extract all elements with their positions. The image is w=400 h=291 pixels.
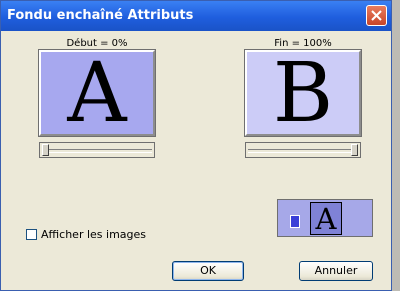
- end-slider[interactable]: [248, 144, 358, 156]
- start-preview: A: [38, 46, 156, 141]
- close-icon: [371, 10, 382, 21]
- show-images-label: Afficher les images: [41, 228, 147, 241]
- start-slider[interactable]: [42, 144, 152, 156]
- end-slider-thumb[interactable]: [351, 144, 358, 156]
- transition-preview: A: [277, 199, 373, 237]
- swap-icon[interactable]: [290, 215, 300, 228]
- start-slider-thumb[interactable]: [42, 144, 49, 156]
- window-title: Fondu enchaîné Attributs: [7, 8, 194, 23]
- start-slider-groove: [42, 149, 152, 153]
- cancel-button[interactable]: Annuler: [299, 261, 373, 281]
- end-letter: B: [272, 46, 334, 141]
- ok-button[interactable]: OK: [172, 261, 244, 281]
- close-button[interactable]: [366, 5, 387, 26]
- show-images-checkbox[interactable]: [26, 229, 37, 240]
- dialog-window: Fondu enchaîné Attributs Début = 0% A Fi…: [0, 0, 392, 291]
- end-slider-groove: [248, 149, 358, 153]
- start-letter: A: [67, 46, 127, 141]
- title-bar[interactable]: Fondu enchaîné Attributs: [1, 1, 391, 31]
- mini-preview-box: A: [310, 202, 342, 236]
- background-strip: [392, 0, 400, 291]
- mini-preview-letter: A: [315, 202, 337, 236]
- end-preview: B: [244, 46, 362, 141]
